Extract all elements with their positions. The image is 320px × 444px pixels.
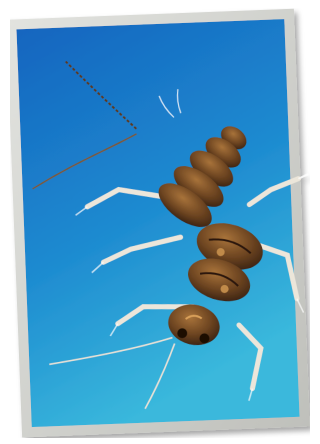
photo-card xyxy=(10,8,310,438)
photo-viewer xyxy=(0,0,310,444)
stonefly-nymph-photo xyxy=(10,8,310,438)
